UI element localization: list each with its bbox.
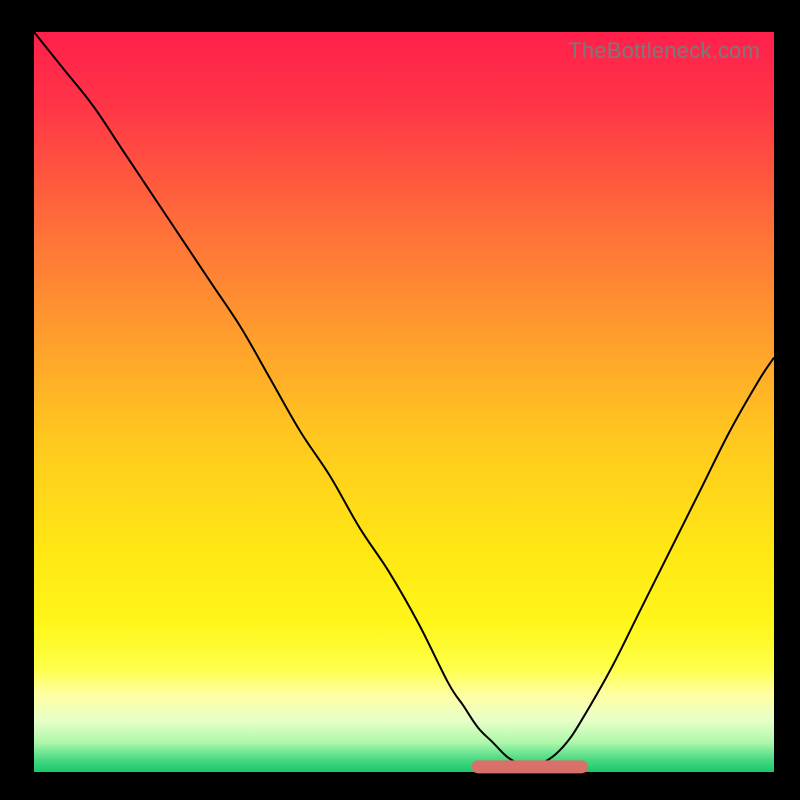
chart-frame: TheBottleneck.com (0, 0, 800, 800)
plot-area: TheBottleneck.com (34, 32, 774, 772)
curve-path (34, 32, 774, 766)
bottleneck-curve (34, 32, 774, 772)
